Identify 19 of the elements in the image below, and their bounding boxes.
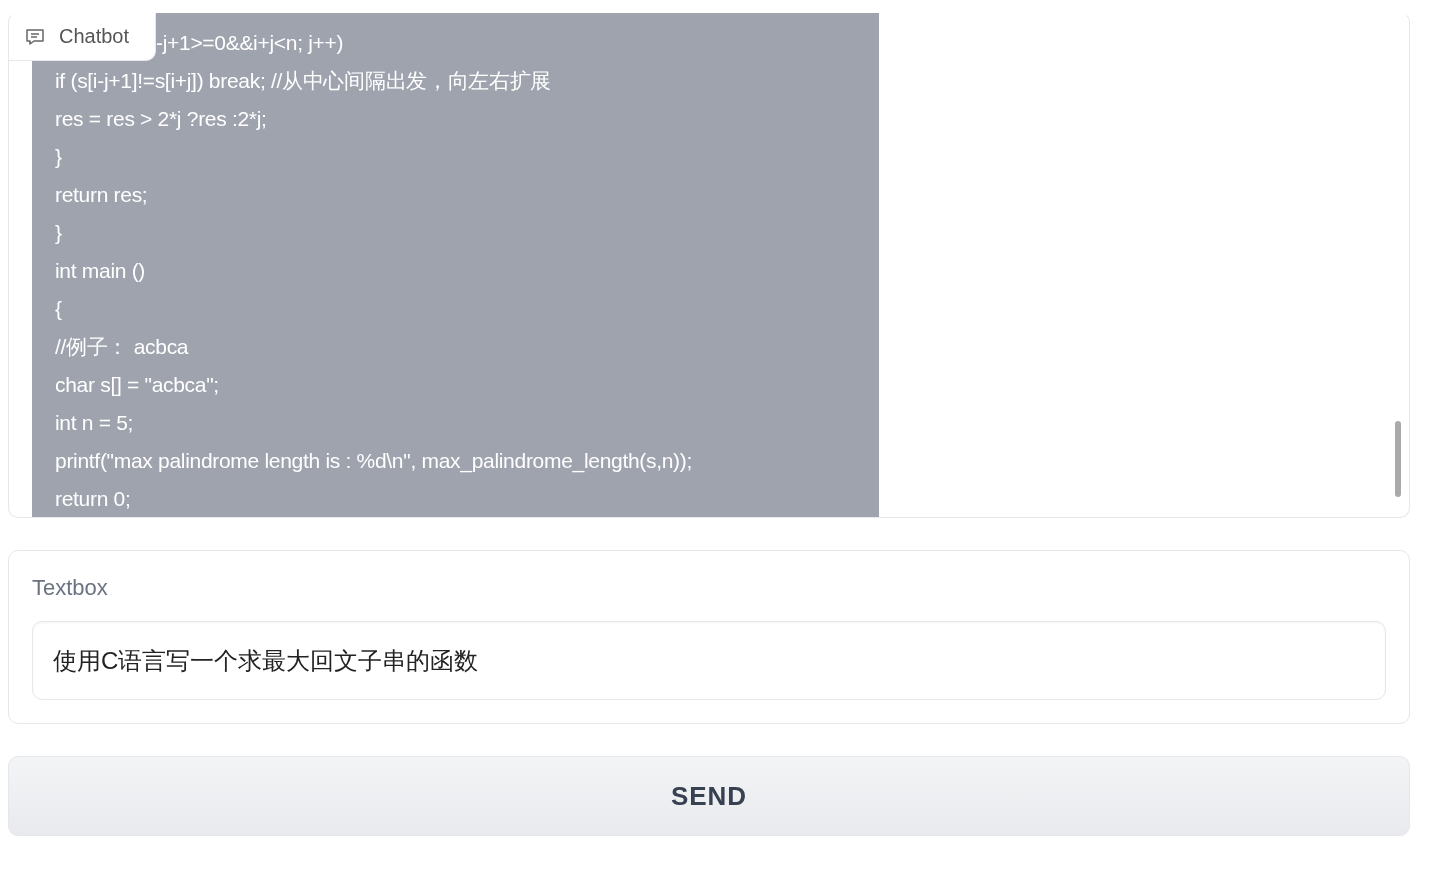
code-line: return 0; (55, 486, 131, 512)
chat-icon (25, 27, 45, 46)
code-line: -j+1>=0&&i+j<n; j++) (156, 30, 344, 56)
code-line: if (s[i-j+1]!=s[i+j]) break; //从中心间隔出发，向左右扩展 (55, 68, 552, 94)
code-line: int n = 5; (55, 410, 134, 436)
label-text: Chatbot (59, 25, 130, 48)
code-line: char s[] = "acbca"; (55, 372, 219, 398)
scrollbar[interactable] (1395, 421, 1401, 497)
code-line: int main () (55, 258, 146, 284)
code-line: { (55, 296, 62, 322)
send-button[interactable]: SEND (8, 756, 1410, 836)
code-line: return res; (55, 182, 148, 208)
input-field[interactable]: 使用C语言写一个求最大回文子串的函数 (32, 621, 1386, 700)
textbox-label: Textbox (32, 575, 109, 601)
code-line: } (55, 220, 62, 246)
code-line: } (55, 144, 62, 170)
code-line: res = res > 2*j ?res :2*j; (55, 106, 267, 132)
code-line: printf("max palindrome length is : %d\n", max_palindrome_length(s,n)); (55, 448, 693, 475)
code-line: //例子： acbca (55, 334, 189, 360)
